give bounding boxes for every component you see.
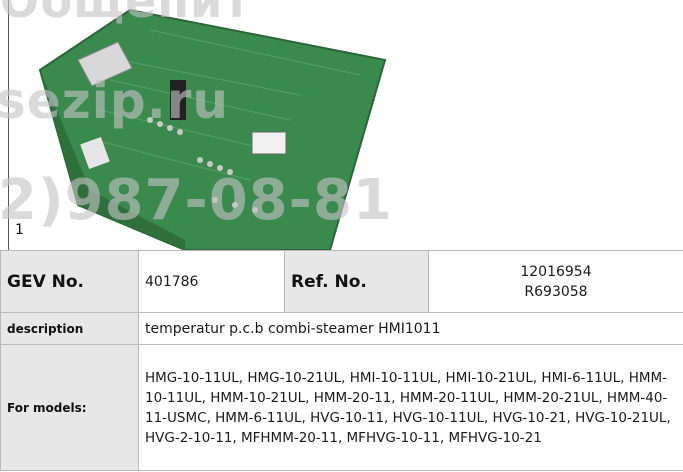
figure-number: 1 (15, 222, 24, 238)
table-row: GEV No. 401786 Ref. No. 12016954 R693058 (0, 250, 683, 313)
description-label: description (0, 312, 139, 345)
gev-label: GEV No. (0, 250, 139, 313)
models-label: For models: (0, 344, 139, 471)
table-row: description temperatur p.c.b combi-steam… (0, 312, 683, 345)
watermark-text-3: 2)987-08-81 (0, 168, 393, 233)
watermark-text-2: sezip.ru (0, 72, 229, 130)
models-value: HMG-10-11UL, HMG-10-21UL, HMI-10-11UL, H… (138, 344, 683, 471)
table-row: For models: HMG-10-11UL, HMG-10-21UL, HM… (0, 344, 683, 471)
ref-value-1: 12016954 (520, 263, 592, 280)
ref-value-2: R693058 (524, 283, 588, 300)
watermark-text-1: Общепит (0, 0, 251, 28)
gev-value: 401786 (138, 250, 285, 313)
description-value: temperatur p.c.b combi-steamer HMI1011 (138, 312, 683, 345)
ref-label: Ref. No. (284, 250, 429, 313)
spec-table: GEV No. 401786 Ref. No. 12016954 R693058… (0, 250, 683, 471)
connector-block (251, 131, 287, 155)
ref-values: 12016954 R693058 (428, 250, 683, 313)
product-photo: Общепит sezip.ru 2)987-08-81 1 (0, 0, 683, 250)
